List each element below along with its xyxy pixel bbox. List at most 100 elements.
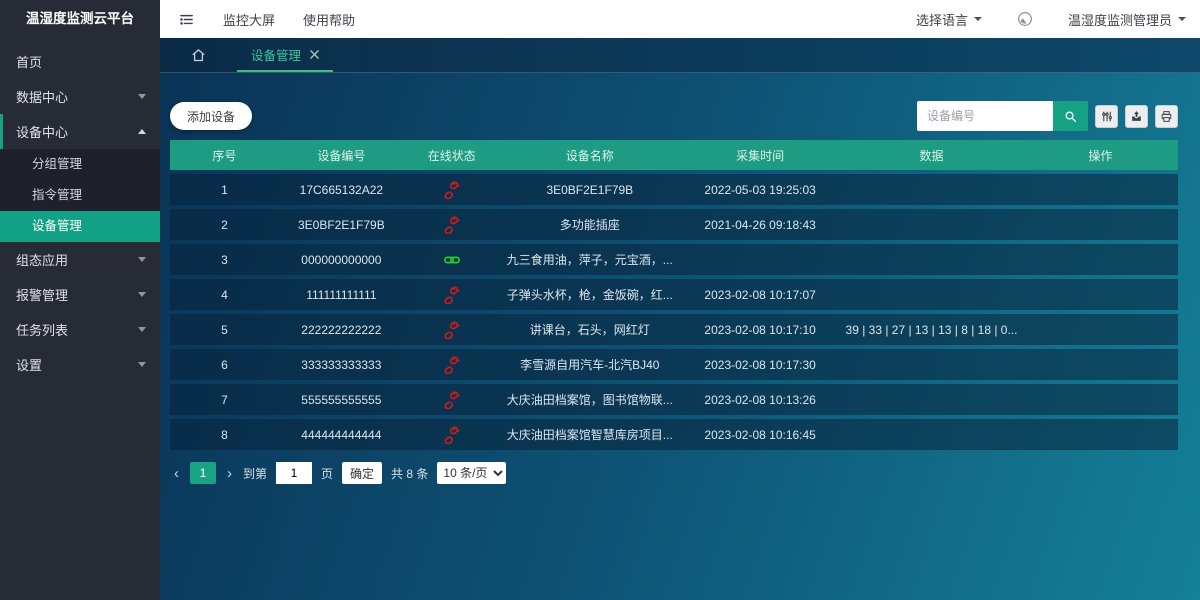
table-row: 3 000000000000 xyxy=(170,244,1178,275)
sidebar-item-label: 设备管理 xyxy=(32,219,82,233)
goto-page-input[interactable] xyxy=(276,462,312,484)
total-count-label: 共 8 条 xyxy=(391,465,428,482)
link-offline-icon xyxy=(443,391,461,409)
sidebar-item-label: 指令管理 xyxy=(32,188,82,202)
topbar-item-help[interactable]: 使用帮助 xyxy=(303,10,355,29)
cell-device-no: 555555555555 xyxy=(279,393,404,407)
cell-device-no: 3E0BF2E1F79B xyxy=(279,218,404,232)
column-header: 操作 xyxy=(1023,147,1178,164)
chevron-down-icon xyxy=(1178,17,1186,21)
cell-online-status xyxy=(404,216,500,234)
sidebar-nav: 首页 数据中心 设备中心 分组管理 指令管理 设备管理 xyxy=(0,38,160,382)
search-icon xyxy=(1063,109,1078,124)
chevron-down-icon xyxy=(138,292,146,297)
sidebar-item-label: 设置 xyxy=(16,355,42,374)
add-device-button[interactable]: 添加设备 xyxy=(170,102,252,130)
device-no-search-input[interactable] xyxy=(917,101,1053,131)
app-window: 温湿度监测云平台 首页 数据中心 设备中心 分组管理 指令管理 xyxy=(0,0,1200,600)
chevron-down-icon xyxy=(138,362,146,367)
link-offline-icon xyxy=(443,356,461,374)
sidebar-item-device-center[interactable]: 设备中心 xyxy=(0,114,160,149)
topbar: 监控大屏 使用帮助 选择语言 温湿度监测管理员 xyxy=(160,0,1200,38)
cell-device-name: 李雪源自用汽车-北汽BJ40 xyxy=(500,356,680,373)
tab-device-management[interactable]: 设备管理 xyxy=(237,38,333,72)
export-icon[interactable] xyxy=(1125,105,1148,128)
cell-collect-time: 2023-02-08 10:17:10 xyxy=(680,323,840,337)
search-button[interactable] xyxy=(1053,101,1088,131)
topbar-right: 选择语言 温湿度监测管理员 xyxy=(916,10,1186,29)
cell-index: 4 xyxy=(170,288,279,302)
sidebar-item-alarm-management[interactable]: 报警管理 xyxy=(0,277,160,312)
chevron-down-icon xyxy=(138,257,146,262)
chevron-down-icon xyxy=(974,17,982,21)
user-label: 温湿度监测管理员 xyxy=(1068,10,1172,29)
cell-online-status xyxy=(404,426,500,444)
link-offline-icon xyxy=(443,286,461,304)
cell-index: 6 xyxy=(170,358,279,372)
cell-device-no: 111111111111 xyxy=(279,288,404,302)
cell-device-no: 444444444444 xyxy=(279,428,404,442)
cell-collect-time: 2023-02-08 10:17:07 xyxy=(680,288,840,302)
cell-online-status xyxy=(404,391,500,409)
table-row: 8 444444444444 xyxy=(170,419,1178,450)
cell-online-status xyxy=(404,181,500,199)
filter-columns-icon[interactable] xyxy=(1095,105,1118,128)
sidebar-item-home[interactable]: 首页 xyxy=(0,44,160,79)
app-title: 温湿度监测云平台 xyxy=(0,0,160,38)
cell-index: 2 xyxy=(170,218,279,232)
sidebar-item-data-center[interactable]: 数据中心 xyxy=(0,79,160,114)
sidebar-item-group-management[interactable]: 分组管理 xyxy=(0,149,160,180)
language-label: 选择语言 xyxy=(916,10,968,29)
print-icon[interactable] xyxy=(1155,105,1178,128)
topbar-left: 监控大屏 使用帮助 xyxy=(178,10,355,29)
cell-collect-time: 2022-05-03 19:25:03 xyxy=(680,183,840,197)
cell-device-no: 222222222222 xyxy=(279,323,404,337)
topbar-item-label: 使用帮助 xyxy=(303,10,355,29)
sidebar-item-label: 组态应用 xyxy=(16,250,68,269)
cell-collect-time: 2021-04-26 09:18:43 xyxy=(680,218,840,232)
prev-page-icon[interactable]: ‹ xyxy=(172,466,181,481)
sidebar-item-label: 任务列表 xyxy=(16,320,68,339)
next-page-icon[interactable]: › xyxy=(225,466,234,481)
page-size-select[interactable]: 10 条/页 xyxy=(437,462,506,484)
column-header: 采集时间 xyxy=(680,147,840,164)
confirm-page-button[interactable]: 确定 xyxy=(342,462,382,484)
cell-index: 3 xyxy=(170,253,279,267)
sidebar-item-command-management[interactable]: 指令管理 xyxy=(0,180,160,211)
tab-label: 设备管理 xyxy=(251,45,301,64)
link-online-icon xyxy=(443,251,461,269)
language-selector[interactable]: 选择语言 xyxy=(916,10,982,29)
sidebar-item-task-list[interactable]: 任务列表 xyxy=(0,312,160,347)
sidebar: 温湿度监测云平台 首页 数据中心 设备中心 分组管理 指令管理 xyxy=(0,0,160,600)
link-offline-icon xyxy=(443,181,461,199)
home-icon[interactable] xyxy=(190,47,207,64)
search-group xyxy=(917,101,1178,131)
chevron-down-icon xyxy=(138,327,146,332)
table-row: 7 555555555555 xyxy=(170,384,1178,415)
tabbar: 设备管理 xyxy=(160,38,1200,73)
column-header: 序号 xyxy=(170,147,279,164)
topbar-item-monitor-screen[interactable]: 监控大屏 xyxy=(223,10,275,29)
table-row: 4 111111111111 xyxy=(170,279,1178,310)
cell-collect-time: 2023-02-08 10:17:30 xyxy=(680,358,840,372)
sidebar-item-label: 数据中心 xyxy=(16,87,68,106)
column-header: 数据 xyxy=(840,147,1022,164)
menu-toggle-icon[interactable] xyxy=(178,11,195,28)
user-menu[interactable]: 温湿度监测管理员 xyxy=(1068,10,1186,29)
support-icon[interactable] xyxy=(1016,10,1034,28)
sidebar-item-label: 分组管理 xyxy=(32,157,82,171)
sidebar-item-label: 报警管理 xyxy=(16,285,68,304)
sidebar-item-settings[interactable]: 设置 xyxy=(0,347,160,382)
cell-device-no: 17C665132A22 xyxy=(279,183,404,197)
goto-prefix-label: 到第 xyxy=(243,465,267,482)
cell-device-name: 大庆油田档案馆，图书馆物联... xyxy=(500,391,680,408)
cell-index: 7 xyxy=(170,393,279,407)
chevron-up-icon xyxy=(138,129,146,134)
tab-close-icon[interactable] xyxy=(310,50,319,59)
sidebar-item-device-management[interactable]: 设备管理 xyxy=(0,211,160,242)
current-page-button[interactable]: 1 xyxy=(190,462,216,484)
cell-data: 39 | 33 | 27 | 13 | 13 | 8 | 18 | 0... xyxy=(840,323,1022,337)
sidebar-item-scada-apps[interactable]: 组态应用 xyxy=(0,242,160,277)
pagination-bar: ‹ 1 › 到第 页 确定 共 8 条 10 条/页 xyxy=(172,462,1178,484)
sidebar-item-label: 首页 xyxy=(16,52,42,71)
